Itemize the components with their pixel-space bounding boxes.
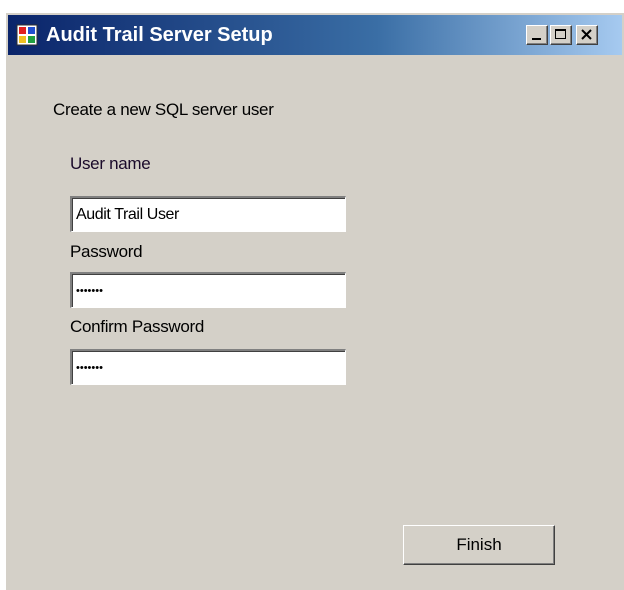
username-label: User name — [70, 154, 151, 173]
password-input[interactable] — [70, 272, 346, 308]
maximize-button[interactable] — [550, 25, 572, 45]
close-button[interactable] — [576, 25, 598, 45]
confirm-password-label: Confirm Password — [70, 317, 205, 336]
minimize-icon — [532, 38, 541, 40]
window-title: Audit Trail Server Setup — [46, 24, 273, 46]
maximize-icon — [555, 29, 566, 39]
finish-button[interactable]: Finish — [403, 525, 555, 565]
close-icon — [581, 29, 592, 40]
form-heading: Create a new SQL server user — [53, 100, 274, 119]
minimize-button[interactable] — [526, 25, 548, 45]
application-icon[interactable] — [16, 24, 38, 46]
username-input[interactable] — [70, 196, 346, 232]
confirm-password-input[interactable] — [70, 349, 346, 385]
title-bar[interactable]: Audit Trail Server Setup — [8, 15, 622, 55]
password-label: Password — [70, 242, 143, 261]
setup-dialog-window: Audit Trail Server Setup Create a new SQ… — [5, 12, 624, 590]
